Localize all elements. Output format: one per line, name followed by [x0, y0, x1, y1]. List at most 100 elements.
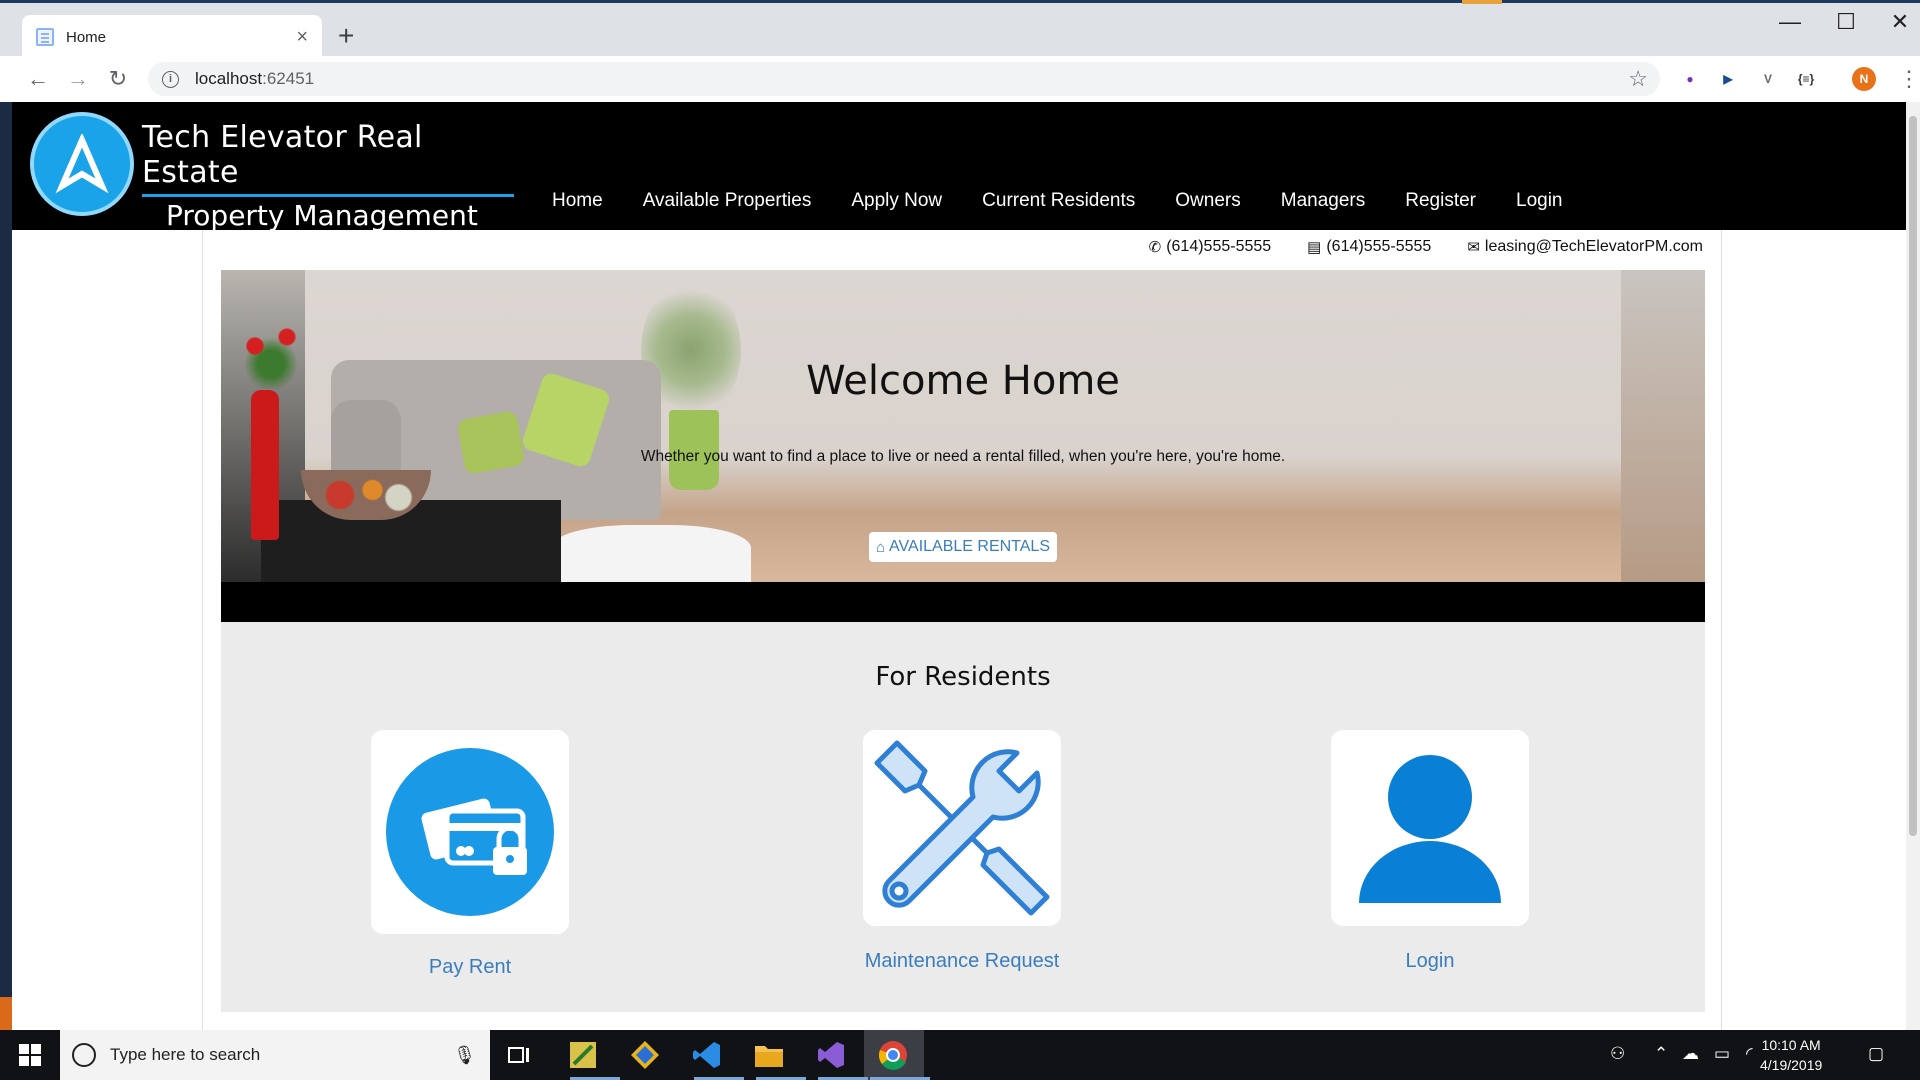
- browser-menu-icon[interactable]: ⋮: [1898, 66, 1920, 92]
- maintenance-request-link[interactable]: Maintenance Request: [863, 950, 1061, 973]
- nav-current-residents[interactable]: Current Residents: [982, 190, 1135, 212]
- login-link[interactable]: Login: [1331, 950, 1529, 973]
- page-scrollbar[interactable]: [1906, 102, 1920, 1030]
- hero-bottom-bar: [221, 582, 1705, 622]
- residents-section: For Residents Pay Rent Maintenance Reque…: [221, 622, 1705, 1012]
- login-tile[interactable]: [1331, 730, 1529, 926]
- battery-icon[interactable]: ▭: [1714, 1044, 1730, 1064]
- visual-studio-icon[interactable]: [814, 1038, 848, 1072]
- browser-tabstrip: Home × + — ☐ ✕: [0, 0, 1920, 59]
- login-card[interactable]: Login: [1331, 730, 1529, 973]
- nav-apply-now[interactable]: Apply Now: [851, 190, 942, 212]
- hero-title: Welcome Home: [806, 358, 1120, 404]
- phone-icon: ✆: [1148, 239, 1162, 256]
- windows-taskbar: Type here to search 🎙 ⚇ ⌃ ☁ ▭ ◜ 10:10 AM…: [0, 1030, 1920, 1080]
- contact-phone[interactable]: ✆ (614)555-5555: [1149, 238, 1272, 256]
- url-text[interactable]: localhost:62451: [195, 69, 314, 89]
- arrow-up-logo-icon: [55, 134, 109, 194]
- hero-banner: Welcome Home Whether you want to find a …: [221, 270, 1705, 582]
- taskbar-clock[interactable]: 10:10 AM 4/19/2019: [1760, 1035, 1822, 1075]
- play-circle-icon[interactable]: ▶: [1716, 67, 1740, 91]
- vscode-icon[interactable]: [690, 1038, 724, 1072]
- envelope-icon: ✉: [1467, 239, 1480, 256]
- windows-logo-icon: [19, 1044, 41, 1066]
- fax-number: (614)555-5555: [1326, 238, 1432, 255]
- clock-date: 4/19/2019: [1760, 1057, 1823, 1073]
- profile-avatar[interactable]: N: [1852, 67, 1876, 91]
- tab-title: Home: [66, 28, 107, 46]
- chrome-icon[interactable]: [876, 1038, 910, 1072]
- pay-rent-tile[interactable]: [371, 730, 569, 934]
- pay-rent-link[interactable]: Pay Rent: [371, 956, 569, 979]
- brand-name[interactable]: Tech Elevator Real Estate Property Manag…: [142, 120, 514, 232]
- url-port: :62451: [262, 69, 315, 88]
- contact-fax[interactable]: ▤ (614)555-5555: [1307, 238, 1431, 256]
- reload-icon[interactable]: ↻: [98, 66, 138, 92]
- back-arrow-icon[interactable]: ←: [18, 66, 58, 92]
- home-icon: ⌂: [875, 538, 886, 556]
- credit-card-lock-icon: [386, 748, 554, 916]
- email-address: leasing@TechElevatorPM.com: [1484, 238, 1703, 255]
- sql-tool-icon[interactable]: [566, 1038, 600, 1072]
- sourcetree-icon[interactable]: [628, 1038, 662, 1072]
- maintenance-request-card[interactable]: Maintenance Request: [863, 730, 1061, 973]
- address-bar[interactable]: i localhost:62451 ☆: [148, 62, 1660, 96]
- browser-tab-home[interactable]: Home ×: [22, 15, 322, 59]
- contact-email[interactable]: ✉ leasing@TechElevatorPM.com: [1467, 238, 1703, 256]
- window-accent-bar: [1462, 0, 1502, 4]
- onedrive-cloud-icon[interactable]: ☁: [1682, 1044, 1699, 1064]
- taskbar-search-placeholder: Type here to search: [110, 1045, 261, 1064]
- extension-icon[interactable]: ●: [1678, 67, 1702, 91]
- start-button[interactable]: [0, 1030, 60, 1080]
- people-icon[interactable]: ⚇: [1610, 1044, 1625, 1064]
- taskbar-search[interactable]: Type here to search 🎙: [60, 1030, 490, 1080]
- browser-toolbar: ← → ↻ i localhost:62451 ☆: [0, 56, 1920, 102]
- left-window-edge: [0, 102, 12, 1030]
- forward-arrow-icon[interactable]: →: [58, 66, 98, 92]
- wrench-screwdriver-icon: [874, 740, 1050, 916]
- show-hidden-icons[interactable]: ⌃: [1654, 1044, 1668, 1064]
- nav-register[interactable]: Register: [1405, 190, 1476, 212]
- url-host: localhost: [195, 69, 263, 88]
- close-window-button[interactable]: ✕: [1872, 9, 1920, 35]
- tab-close-icon[interactable]: ×: [296, 26, 308, 49]
- brand-logo-icon[interactable]: [30, 112, 134, 216]
- hero-subtitle: Whether you want to find a place to live…: [640, 448, 1286, 465]
- file-explorer-icon[interactable]: [752, 1038, 786, 1072]
- hero-table: [261, 500, 561, 582]
- nav-home[interactable]: Home: [552, 190, 603, 212]
- brand-line-2: Property Management: [166, 199, 478, 232]
- available-rentals-button[interactable]: ⌂ AVAILABLE RENTALS: [869, 532, 1057, 562]
- new-tab-button[interactable]: +: [338, 21, 354, 51]
- fax-icon: ▤: [1307, 239, 1322, 256]
- maximize-button[interactable]: ☐: [1818, 9, 1874, 35]
- available-rentals-label: AVAILABLE RENTALS: [889, 538, 1050, 555]
- cortana-icon: [72, 1043, 96, 1067]
- scrollbar-thumb[interactable]: [1909, 116, 1917, 836]
- main-nav: Home Available Properties Apply Now Curr…: [552, 190, 1603, 212]
- hero-image-edge-right: [1621, 270, 1705, 582]
- task-view-icon[interactable]: [502, 1038, 536, 1072]
- brand-line-1: Tech Elevator Real Estate: [142, 120, 514, 197]
- json-formatter-icon[interactable]: {≡}: [1794, 67, 1818, 91]
- maintenance-tile[interactable]: [863, 730, 1061, 926]
- vue-devtools-icon[interactable]: V: [1756, 67, 1780, 91]
- action-center-icon[interactable]: ▢: [1868, 1044, 1884, 1064]
- page-viewport: Tech Elevator Real Estate Property Manag…: [0, 102, 1920, 1030]
- phone-number: (614)555-5555: [1166, 238, 1272, 255]
- page-container: ✆ (614)555-5555 ▤ (614)555-5555 ✉ leasing@T…: [202, 230, 1722, 1030]
- nav-login[interactable]: Login: [1516, 190, 1563, 212]
- user-avatar-icon: [1359, 755, 1501, 903]
- minimize-button[interactable]: —: [1762, 9, 1818, 35]
- clock-time: 10:10 AM: [1761, 1037, 1821, 1053]
- nav-owners[interactable]: Owners: [1175, 190, 1240, 212]
- pay-rent-card[interactable]: Pay Rent: [371, 730, 569, 979]
- contact-bar: ✆ (614)555-5555 ▤ (614)555-5555 ✉ leasing@T…: [1113, 238, 1703, 256]
- nav-available-properties[interactable]: Available Properties: [643, 190, 812, 212]
- bookmark-star-icon[interactable]: ☆: [1628, 66, 1648, 92]
- microphone-icon[interactable]: 🎙: [453, 1045, 476, 1066]
- site-info-icon[interactable]: i: [162, 70, 179, 88]
- nav-managers[interactable]: Managers: [1281, 190, 1366, 212]
- wifi-icon[interactable]: ◜: [1746, 1044, 1753, 1064]
- page-favicon-icon: [36, 28, 54, 46]
